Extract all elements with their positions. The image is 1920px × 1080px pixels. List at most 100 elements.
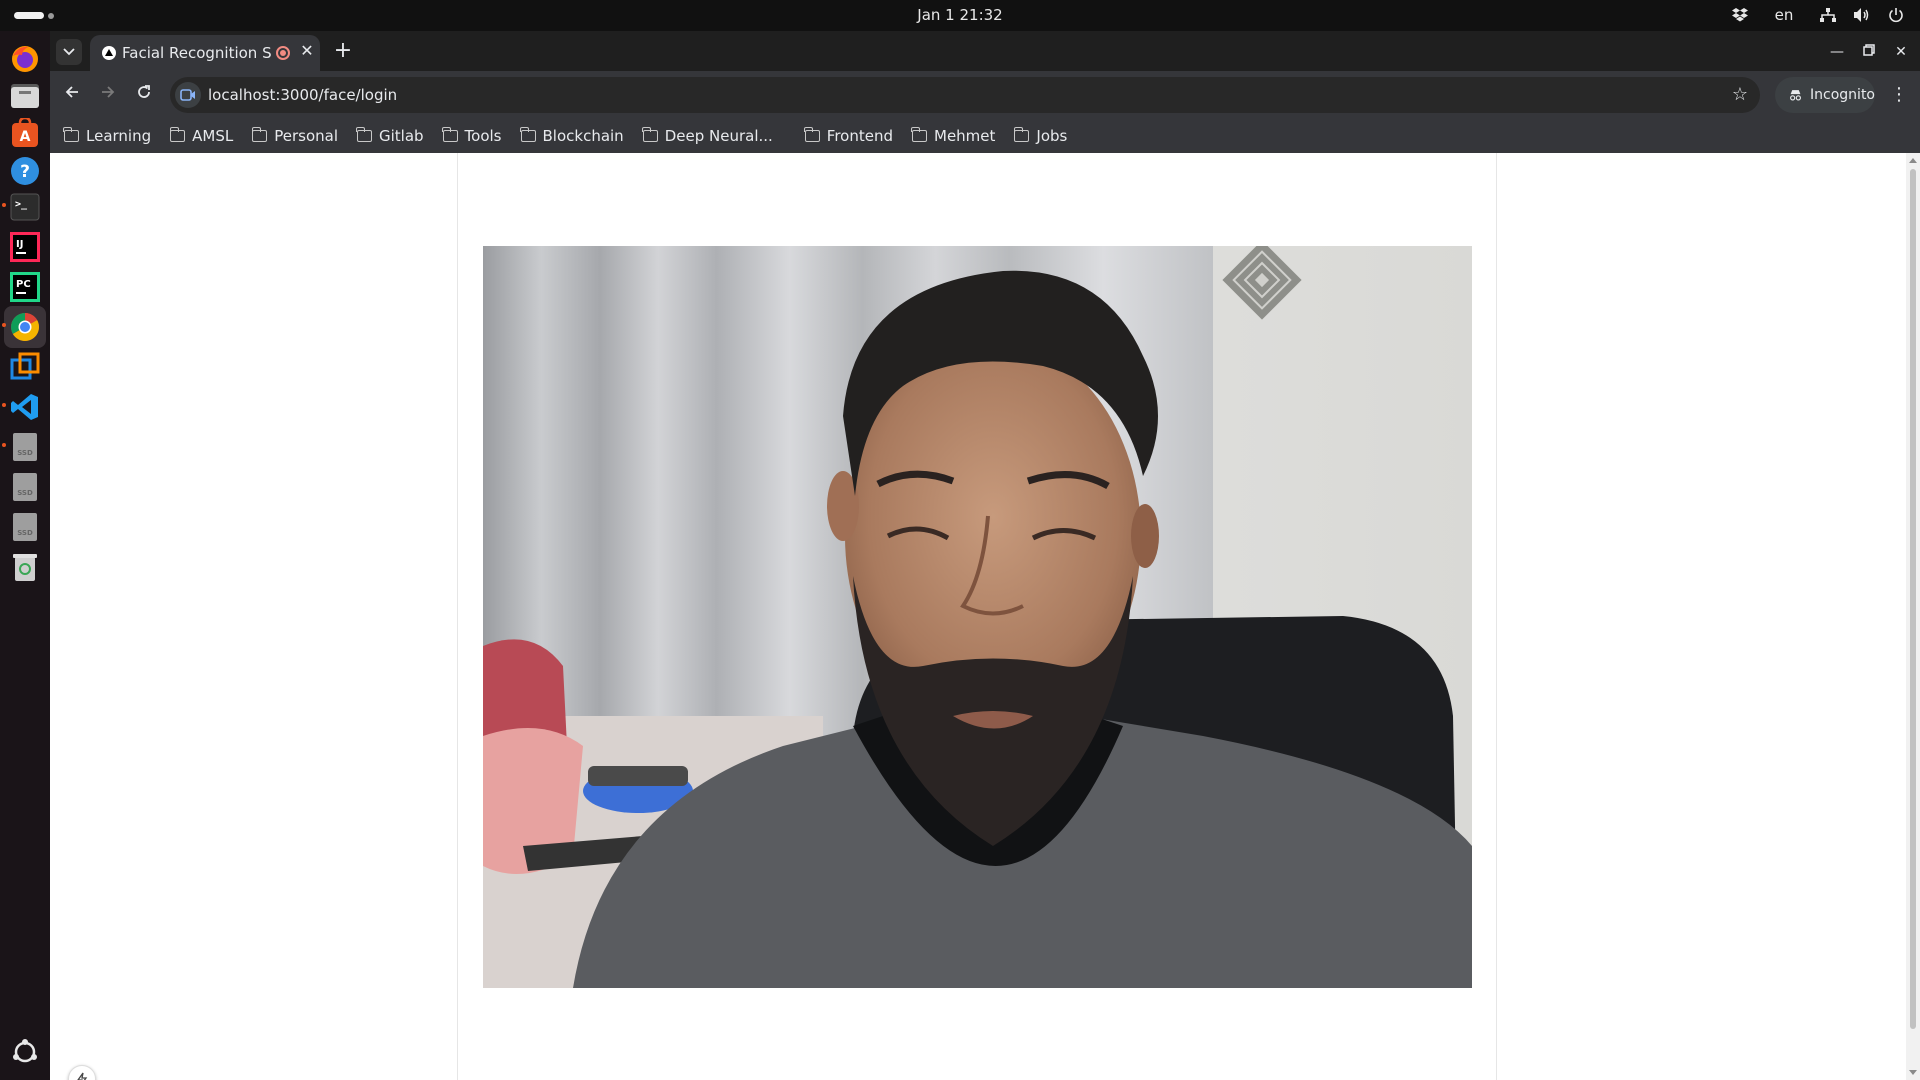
lightning-icon (77, 1072, 88, 1080)
bookmark-folder[interactable]: Frontend (804, 127, 893, 145)
dropbox-icon[interactable] (1730, 5, 1750, 25)
svg-text:>_: >_ (15, 199, 28, 210)
page-viewport (50, 153, 1920, 1080)
trash-icon[interactable] (9, 551, 41, 583)
bookmark-folder[interactable]: Mehmet (911, 127, 996, 145)
running-indicator (2, 443, 6, 447)
scroll-down-arrow-icon[interactable] (1909, 1070, 1917, 1075)
network-icon[interactable] (1818, 5, 1838, 25)
bookmark-folder[interactable]: AMSL (169, 127, 234, 145)
svg-text:IJ: IJ (16, 239, 23, 250)
tab-facial-recognition[interactable]: Facial Recognition Sys ✕ (90, 35, 320, 71)
chevron-down-icon (63, 48, 75, 56)
bookmark-label: Jobs (1036, 127, 1068, 145)
bookmark-folder[interactable]: Tools (441, 127, 502, 145)
bookmark-label: Deep Neural... (664, 127, 773, 145)
bookmark-folder[interactable]: Personal (251, 127, 338, 145)
nextjs-dev-indicator-button[interactable] (68, 1065, 96, 1080)
clock[interactable]: Jan 1 21:32 (0, 6, 1920, 24)
incognito-badge[interactable]: Incognito (1775, 77, 1875, 113)
tab-search-button[interactable] (56, 39, 82, 65)
terminal-icon[interactable]: >_ (9, 191, 41, 223)
back-button[interactable] (58, 81, 86, 109)
svg-text:SSD: SSD (17, 449, 33, 457)
disk-icon[interactable]: SSD (9, 471, 41, 503)
close-tab-icon[interactable]: ✕ (298, 42, 316, 60)
webcam-video-feed (483, 246, 1472, 988)
svg-text:SSD: SSD (17, 529, 33, 537)
bookmark-star-icon[interactable]: ☆ (1732, 84, 1748, 105)
folder-icon (642, 127, 658, 142)
close-window-button[interactable]: ✕ (1888, 39, 1914, 65)
svg-text:A: A (20, 129, 31, 145)
reload-button[interactable] (130, 81, 158, 109)
bookmark-folder[interactable]: Jobs (1013, 127, 1068, 145)
svg-text:SSD: SSD (17, 489, 33, 497)
bookmark-folder[interactable]: Learning (63, 127, 152, 145)
files-icon[interactable] (9, 79, 41, 111)
scrollbar-thumb[interactable] (1910, 169, 1916, 1029)
bookmark-label: Blockchain (542, 127, 624, 145)
menu-button[interactable]: ⋮ (1885, 81, 1913, 109)
browser-toolbar: localhost:3000/face/login ☆ Incognito ⋮ (50, 71, 1920, 119)
vertical-scrollbar[interactable] (1906, 153, 1920, 1080)
help-icon[interactable]: ? (9, 155, 41, 187)
pycharm-icon[interactable]: PC (9, 271, 41, 303)
svg-text:?: ? (20, 162, 30, 182)
bookmark-label: Personal (274, 127, 338, 145)
tab-strip: Facial Recognition Sys ✕ + — ✕ (50, 31, 1920, 71)
system-tray[interactable]: en (1730, 5, 1906, 25)
minimize-button[interactable]: — (1824, 39, 1850, 65)
bookmark-label: Gitlab (378, 127, 424, 145)
scroll-up-arrow-icon[interactable] (1909, 158, 1917, 163)
running-indicator (2, 323, 6, 327)
url-text: localhost:3000/face/login (208, 86, 398, 104)
disk-icon[interactable]: SSD (9, 431, 41, 463)
folder-icon (519, 127, 536, 142)
power-icon[interactable] (1886, 5, 1906, 25)
tab-title: Facial Recognition Sys (122, 44, 272, 62)
bookmark-label: Tools (464, 127, 502, 145)
virtualbox-icon[interactable] (9, 351, 41, 383)
chrome-icon[interactable] (9, 311, 41, 343)
new-tab-button[interactable]: + (330, 39, 356, 65)
bookmark-folder[interactable]: Gitlab (356, 127, 424, 145)
bookmarks-bar: Learning AMSL Personal Gitlab Tools Bloc… (50, 119, 1920, 153)
show-apps-icon[interactable] (9, 1036, 41, 1068)
dock: A ? >_ IJ PC SSD SSD SSD (0, 31, 50, 1080)
folder-icon (1013, 127, 1030, 142)
reload-icon (138, 85, 150, 98)
folder-icon (441, 127, 458, 142)
address-bar[interactable]: localhost:3000/face/login ☆ (170, 77, 1760, 113)
chrome-window: Facial Recognition Sys ✕ + — ✕ localhost… (50, 31, 1920, 1080)
software-center-icon[interactable]: A (9, 117, 41, 149)
volume-icon[interactable] (1852, 5, 1872, 25)
folder-icon (169, 127, 186, 142)
arrow-left-icon (65, 86, 78, 98)
disk-icon[interactable]: SSD (9, 511, 41, 543)
running-indicator (2, 403, 6, 407)
intellij-icon[interactable]: IJ (9, 231, 41, 263)
svg-text:PC: PC (16, 279, 31, 290)
folder-icon (251, 127, 268, 142)
bookmark-label: AMSL (192, 127, 234, 145)
bookmark-label: Learning (86, 127, 152, 145)
camera-in-use-icon[interactable] (175, 82, 201, 108)
folder-icon (63, 127, 79, 142)
running-indicator (2, 203, 6, 207)
bookmark-label: Frontend (826, 127, 893, 145)
webcam-frame (483, 246, 1472, 988)
folder-icon (356, 127, 372, 142)
incognito-label: Incognito (1810, 87, 1875, 103)
firefox-icon[interactable] (9, 43, 41, 75)
bookmark-label: Mehmet (934, 127, 996, 145)
bookmark-folder[interactable]: Deep Neural... (642, 127, 773, 145)
incognito-icon (1790, 90, 1801, 101)
arrow-right-icon (102, 86, 115, 98)
bookmark-folder[interactable]: Blockchain (519, 127, 624, 145)
forward-button[interactable] (94, 81, 122, 109)
restore-button[interactable] (1856, 39, 1882, 65)
vscode-icon[interactable] (9, 391, 41, 423)
folder-icon (804, 127, 820, 142)
language-indicator[interactable]: en (1764, 6, 1804, 24)
